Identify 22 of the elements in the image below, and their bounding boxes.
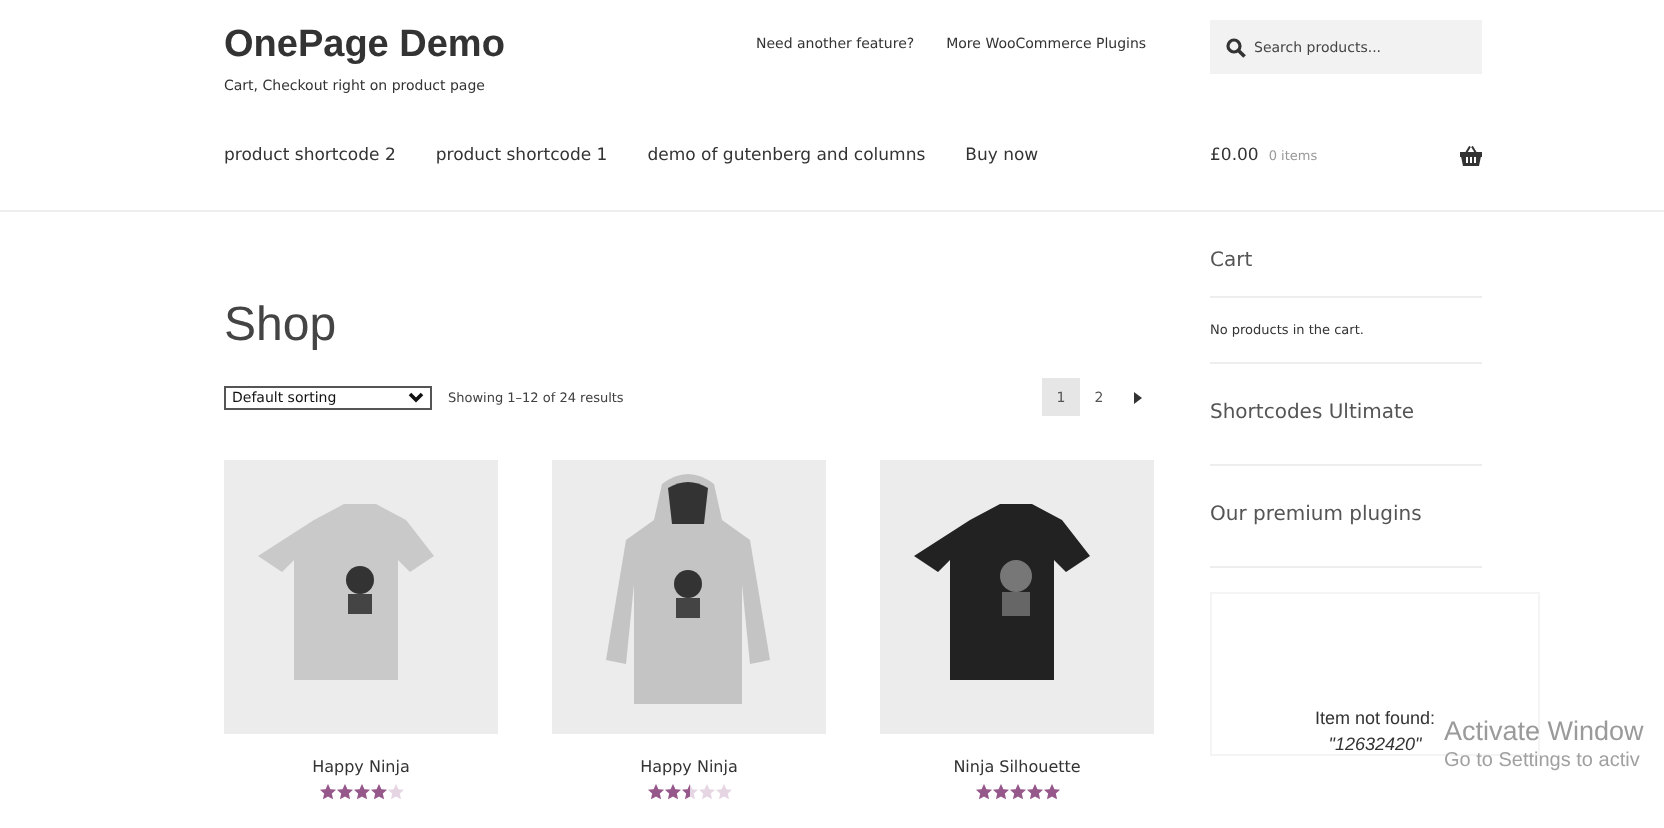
basket-icon[interactable]: [1460, 145, 1482, 165]
product-name[interactable]: Ninja Silhouette: [953, 758, 1081, 776]
activation-title: Activate Window: [1444, 716, 1644, 746]
product-name[interactable]: Happy Ninja: [312, 758, 410, 776]
chevron-down-icon: [408, 391, 424, 403]
caret-right-icon: [1133, 391, 1141, 403]
page-title: Shop: [224, 298, 339, 354]
product-image[interactable]: [880, 460, 1154, 734]
item-code: "12632420": [1328, 734, 1422, 754]
cart-total[interactable]: £0.00: [1210, 145, 1259, 165]
widget-title: Cart: [1210, 250, 1255, 276]
site-title[interactable]: OnePage Demo: [224, 24, 756, 68]
nav-link[interactable]: product shortcode 1: [435, 145, 608, 165]
widget-title: Shortcodes Ultimate: [1210, 402, 1417, 428]
nav-link[interactable]: Buy now: [965, 145, 1039, 165]
widget-title: Our premium plugins: [1210, 504, 1424, 530]
error-message: Item not found:: [1314, 708, 1436, 728]
product-image[interactable]: [552, 460, 826, 734]
nav-link[interactable]: demo of gutenberg and columns: [647, 145, 926, 165]
nav-link[interactable]: product shortcode 2: [224, 145, 396, 165]
activation-subtitle: Go to Settings to activ: [1444, 750, 1642, 772]
product-name[interactable]: Happy Ninja: [640, 758, 738, 776]
